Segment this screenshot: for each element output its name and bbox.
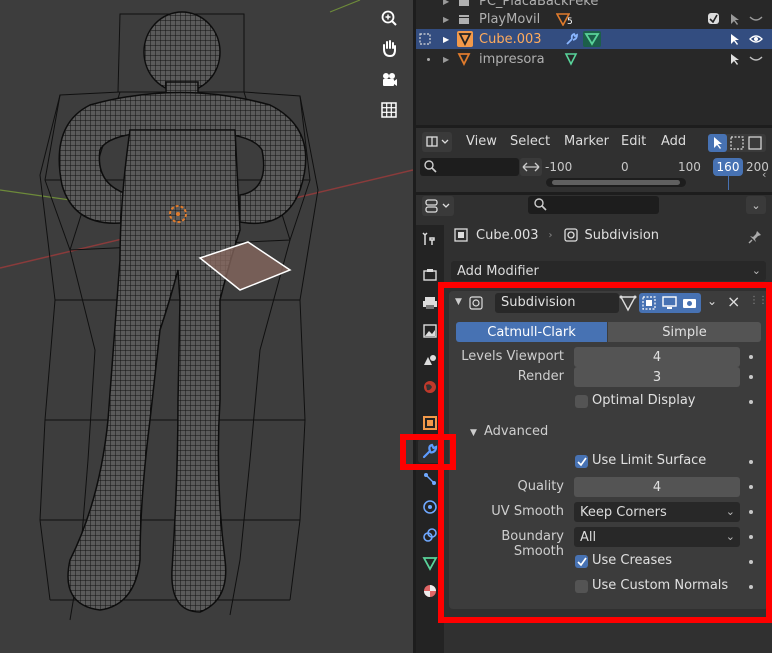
mesh-object-icon	[457, 52, 471, 66]
material-icon	[424, 585, 436, 597]
breadcrumb: Cube.003 › Subdivision	[454, 227, 659, 243]
editor-type-button[interactable]	[422, 196, 454, 216]
chevron-down-icon: ⌄	[751, 264, 761, 277]
editor-type-button[interactable]	[422, 132, 452, 152]
breadcrumb-object: Cube.003	[476, 227, 539, 243]
constraints-icon	[423, 528, 437, 542]
hand-pan-icon	[383, 40, 396, 57]
expand-arrow-icon[interactable]: ▶	[443, 0, 449, 6]
timeline-search-field[interactable]	[420, 158, 519, 176]
outliner-item-label: Cube.003	[479, 31, 542, 47]
outliner-item-label: PC_PlacaBackFeke	[479, 0, 599, 9]
tick-label: -100	[545, 160, 573, 174]
breadcrumb-modifier: Subdivision	[584, 227, 660, 243]
object-icon	[454, 228, 468, 242]
render-camera-icon	[423, 269, 437, 281]
physics-icon	[423, 500, 437, 514]
properties-editor-icon	[425, 199, 450, 213]
mesh-data-icon	[583, 31, 601, 47]
highlight-frame-modifier-panel	[438, 282, 772, 623]
outliner-row[interactable]: ▶ PlayMovil 5	[416, 9, 772, 29]
image-icon	[423, 324, 437, 338]
tool-icon	[422, 232, 435, 245]
breadcrumb-separator: ›	[548, 229, 553, 241]
object-icon	[423, 416, 437, 430]
timeline-scrollbar[interactable]	[546, 178, 686, 187]
object-mode-icon	[418, 32, 432, 46]
swap-arrows-button[interactable]	[520, 158, 542, 176]
subdivision-icon	[563, 228, 578, 242]
subdivided-mesh	[58, 11, 307, 613]
outliner-item-label: impresora	[479, 51, 545, 67]
highlight-frame-modifier-tab	[400, 434, 456, 470]
tick-label: 0	[621, 160, 629, 174]
restrict-select-icon[interactable]	[729, 53, 741, 65]
printer-icon	[423, 297, 437, 309]
collection-icon	[457, 0, 471, 8]
menu-add[interactable]: Add	[661, 134, 686, 149]
restrict-select-icon[interactable]	[729, 13, 741, 25]
zoom-button[interactable]	[375, 4, 403, 32]
add-modifier-label: Add Modifier	[457, 263, 539, 279]
tree-dot	[427, 58, 430, 61]
expand-arrow-icon[interactable]: ▶	[443, 35, 449, 44]
outliner[interactable]: ▶ PC_PlacaBackFeke ▶ PlayMovil 5 ▶ Cube.…	[416, 0, 772, 125]
particles-icon	[424, 473, 436, 485]
menu-marker[interactable]: Marker	[564, 134, 609, 149]
menu-view[interactable]: View	[466, 134, 497, 149]
select-mode-group[interactable]	[708, 134, 766, 152]
add-modifier-dropdown[interactable]: Add Modifier ⌄	[451, 261, 766, 281]
clock-editor-icon	[426, 136, 449, 147]
properties-search-field[interactable]	[528, 196, 659, 214]
mesh-object-icon	[457, 31, 473, 47]
timeline[interactable]: View Select Marker Edit Add -100 0 100 1…	[416, 128, 772, 192]
swap-arrows-icon	[522, 162, 540, 172]
hide-viewport-closed-eye-icon[interactable]	[749, 54, 763, 64]
viewport-scene[interactable]	[0, 0, 413, 653]
ortho-toggle-button[interactable]	[375, 96, 403, 124]
3d-viewport[interactable]	[0, 0, 413, 653]
current-frame-indicator[interactable]: 160	[713, 158, 743, 176]
outliner-item-label: PlayMovil	[479, 11, 541, 27]
collection-icon	[457, 12, 471, 26]
tick-label: 100	[678, 160, 701, 174]
grid-icon	[381, 102, 397, 118]
select-box-icon	[708, 134, 762, 152]
eye-icon[interactable]	[749, 34, 763, 44]
scrollbar-thumb[interactable]	[552, 180, 680, 185]
child-count-badge: 5	[567, 17, 573, 27]
expand-arrow-icon[interactable]: ▶	[443, 55, 449, 64]
exclude-checkbox[interactable]	[708, 13, 719, 24]
scene-icon	[424, 355, 436, 365]
playhead-line	[728, 176, 729, 190]
world-icon	[424, 381, 436, 393]
mesh-data-icon	[564, 52, 578, 66]
outliner-row[interactable]: ▶ impresora	[416, 49, 772, 69]
pan-button[interactable]	[375, 34, 403, 62]
menu-select[interactable]: Select	[510, 134, 550, 149]
expand-arrow-icon[interactable]: ▶	[443, 15, 449, 24]
pin-icon[interactable]	[747, 229, 763, 245]
search-icon	[534, 198, 547, 211]
outliner-row-selected[interactable]: ▶ Cube.003	[416, 29, 772, 49]
modifier-wrench-icon	[564, 32, 578, 46]
camera-view-button[interactable]	[375, 66, 403, 94]
hide-viewport-closed-eye-icon[interactable]	[749, 14, 763, 24]
mesh-data-icon	[422, 557, 438, 571]
search-icon	[424, 160, 437, 173]
options-dropdown-button[interactable]: ⌄	[746, 196, 766, 214]
restrict-select-icon[interactable]	[729, 33, 741, 45]
camera-icon	[383, 73, 397, 86]
tab-tool[interactable]	[418, 227, 442, 251]
collapse-arrow-icon[interactable]: ‹	[762, 168, 766, 181]
zoom-icon	[381, 10, 397, 26]
menu-edit[interactable]: Edit	[621, 134, 646, 149]
